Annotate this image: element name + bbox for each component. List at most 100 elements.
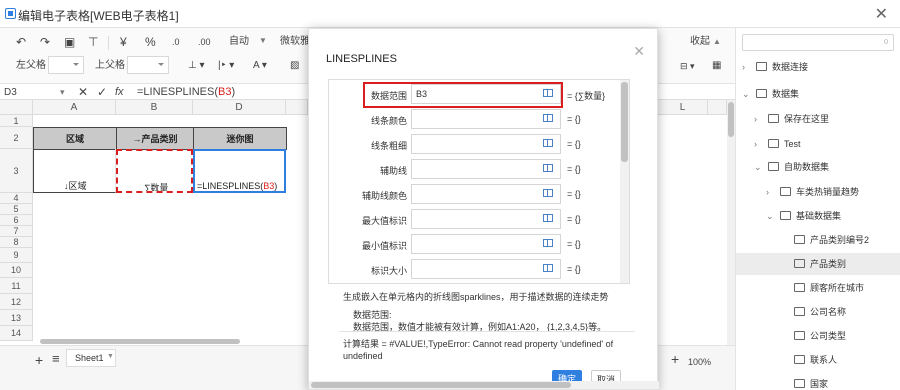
cell-a3[interactable]: ↓区域 bbox=[33, 149, 116, 193]
tree-item[interactable]: 联系人 bbox=[736, 349, 900, 371]
format-painter-icon[interactable]: ⊤ bbox=[88, 34, 98, 50]
tree-item[interactable]: 公司名称 bbox=[736, 301, 900, 323]
sheet-list-icon[interactable]: ≡ bbox=[52, 351, 60, 367]
column-header-blank[interactable] bbox=[286, 100, 308, 115]
row-header[interactable]: 1 bbox=[0, 115, 33, 127]
scrollbar-thumb[interactable] bbox=[728, 102, 734, 137]
left-parent-select[interactable] bbox=[48, 56, 84, 74]
chevron-right-icon[interactable]: › bbox=[754, 108, 757, 130]
tree-item[interactable]: ⌄ 数据集 bbox=[736, 83, 900, 105]
tree-item[interactable]: 产品类别 bbox=[736, 253, 900, 275]
chevron-right-icon[interactable]: › bbox=[754, 133, 757, 155]
param-input[interactable] bbox=[411, 259, 561, 279]
chevron-right-icon[interactable]: › bbox=[766, 181, 769, 203]
tree-item[interactable]: 国家 bbox=[736, 373, 900, 390]
row-header[interactable]: 4 bbox=[0, 193, 33, 204]
cell-b2[interactable]: →产品类别 bbox=[116, 127, 194, 150]
row-header[interactable]: 3 bbox=[0, 149, 33, 193]
column-header-l[interactable]: L bbox=[658, 100, 708, 115]
confirm-formula-icon[interactable]: ✓ bbox=[97, 84, 107, 100]
align-icon[interactable]: ⊥ ▾ bbox=[188, 58, 205, 74]
param-input[interactable] bbox=[411, 209, 561, 229]
close-icon[interactable]: ✕ bbox=[875, 4, 888, 24]
column-header-d[interactable]: D bbox=[193, 100, 286, 115]
close-icon[interactable]: ✕ bbox=[633, 43, 645, 60]
add-sheet-icon[interactable]: + bbox=[35, 352, 43, 368]
row-header[interactable]: 12 bbox=[0, 294, 33, 310]
chevron-down-icon[interactable]: ▼ bbox=[107, 353, 114, 360]
cell-d3[interactable]: =LINESPLINES(B3) bbox=[193, 149, 286, 193]
zoom-in-icon[interactable]: + bbox=[671, 351, 679, 367]
param-input[interactable] bbox=[411, 134, 561, 154]
formula-text[interactable]: =LINESPLINES(B3) bbox=[137, 84, 235, 100]
save-icon[interactable]: ▣ bbox=[64, 34, 75, 50]
chevron-down-icon[interactable]: ⌄ bbox=[742, 83, 750, 105]
range-select-icon[interactable] bbox=[543, 164, 553, 172]
tree-item[interactable]: 产品类别编号2 bbox=[736, 229, 900, 251]
column-header-blank[interactable] bbox=[708, 100, 727, 115]
corner-cell[interactable] bbox=[0, 100, 33, 115]
tree-item[interactable]: › 车类热销量趋势 bbox=[736, 181, 900, 203]
cancel-formula-icon[interactable]: ✕ bbox=[78, 84, 88, 100]
row-header[interactable]: 11 bbox=[0, 278, 33, 294]
tree-item[interactable]: › 数据连接 bbox=[736, 56, 900, 78]
range-select-icon[interactable] bbox=[543, 264, 553, 272]
range-select-icon[interactable] bbox=[543, 114, 553, 122]
column-header-b[interactable]: B bbox=[116, 100, 193, 115]
row-header[interactable]: 2 bbox=[0, 127, 33, 149]
undo-icon[interactable]: ↶ bbox=[16, 34, 26, 50]
cell-b3[interactable]: ∑数量 bbox=[116, 149, 193, 193]
tree-item[interactable]: › 保存在这里 bbox=[736, 108, 900, 130]
chevron-up-icon[interactable]: ▲ bbox=[713, 34, 721, 50]
number-format-select[interactable]: 自动 bbox=[229, 34, 249, 50]
range-select-icon[interactable] bbox=[543, 214, 553, 222]
row-header[interactable]: 9 bbox=[0, 248, 33, 263]
range-select-icon[interactable] bbox=[543, 189, 553, 197]
tree-item[interactable]: 公司类型 bbox=[736, 325, 900, 347]
cell-a2[interactable]: 区域 bbox=[33, 127, 117, 150]
increase-decimal-button[interactable]: .0 bbox=[172, 34, 180, 50]
chevron-down-icon[interactable]: ▼ bbox=[259, 33, 267, 49]
column-header-a[interactable]: A bbox=[33, 100, 116, 115]
vertical-scrollbar[interactable] bbox=[620, 80, 629, 283]
horizontal-scrollbar[interactable] bbox=[40, 339, 240, 344]
top-parent-select[interactable] bbox=[127, 56, 169, 74]
cell-d2[interactable]: 迷你图 bbox=[193, 127, 287, 150]
function-icon[interactable]: fx bbox=[115, 84, 124, 100]
row-header[interactable]: 10 bbox=[0, 263, 33, 278]
param-input[interactable] bbox=[411, 159, 561, 179]
row-header[interactable]: 7 bbox=[0, 226, 33, 237]
param-input[interactable] bbox=[411, 184, 561, 204]
tree-item[interactable]: ⌄ 自助数据集 bbox=[736, 156, 900, 178]
row-header[interactable]: 13 bbox=[0, 310, 33, 326]
grid-icon[interactable]: ▦ bbox=[712, 58, 721, 74]
search-input[interactable]: ○ bbox=[742, 34, 894, 51]
range-select-icon[interactable] bbox=[543, 139, 553, 147]
valign-icon[interactable]: |‣ ▾ bbox=[218, 58, 234, 74]
row-header[interactable]: 5 bbox=[0, 204, 33, 215]
collapse-toolbar-button[interactable]: 收起 bbox=[690, 34, 710, 50]
chevron-down-icon[interactable]: ⌄ bbox=[754, 156, 762, 178]
redo-icon[interactable]: ↷ bbox=[40, 34, 50, 50]
tree-item[interactable]: › Test bbox=[736, 133, 900, 155]
cell-reference[interactable]: D3 bbox=[4, 85, 17, 101]
border-icon[interactable]: ⊟ ▾ bbox=[680, 58, 695, 74]
sheet-tab-sheet1[interactable]: Sheet1 ▼ bbox=[66, 349, 116, 367]
horizontal-scrollbar[interactable] bbox=[309, 381, 659, 389]
chevron-right-icon[interactable]: › bbox=[742, 56, 745, 78]
range-select-icon[interactable] bbox=[543, 239, 553, 247]
decrease-decimal-button[interactable]: .00 bbox=[198, 34, 211, 50]
row-header[interactable]: 8 bbox=[0, 237, 33, 248]
tree-item[interactable]: 顾客所在城市 bbox=[736, 277, 900, 299]
chevron-down-icon[interactable]: ⌄ bbox=[766, 205, 774, 227]
row-header[interactable]: 14 bbox=[0, 326, 33, 341]
image-icon[interactable]: ▨ bbox=[290, 58, 299, 74]
font-color-icon[interactable]: A ▾ bbox=[253, 58, 267, 74]
chevron-down-icon[interactable]: ▾ bbox=[60, 84, 65, 100]
percent-button[interactable]: % bbox=[145, 34, 156, 50]
currency-button[interactable]: ¥ bbox=[120, 34, 127, 50]
row-header[interactable]: 6 bbox=[0, 215, 33, 226]
font-select[interactable]: 微软雅 bbox=[280, 34, 310, 50]
param-input[interactable] bbox=[411, 109, 561, 129]
tree-item[interactable]: ⌄ 基础数据集 bbox=[736, 205, 900, 227]
